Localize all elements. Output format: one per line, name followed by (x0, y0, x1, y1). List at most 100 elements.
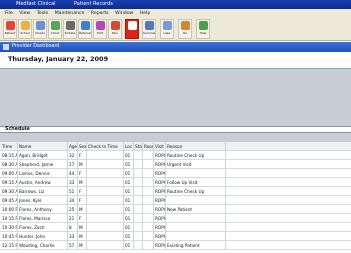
table-cell (134, 214, 143, 223)
table-cell: 33 (68, 232, 78, 241)
toolbar-button-chart[interactable]: Chart (48, 19, 62, 39)
table-cell: 01 (124, 187, 134, 196)
toolbar-button-patient[interactable]: Patient (3, 19, 17, 39)
schedule-icon (20, 21, 30, 30)
toolbar-button-labs[interactable]: Labs (160, 19, 174, 39)
toolbar-button-label: Pain (111, 31, 119, 35)
table-cell: 25 (68, 205, 78, 214)
table-row[interactable]: 08:15 AMAgan, Bridget32F 01 ROPCRoutine Ch… (0, 151, 351, 160)
alert-icon (127, 21, 137, 30)
toolbar-button-edit[interactable]: Edit (93, 19, 107, 39)
table-cell: 10:30 PM (2, 223, 18, 232)
table-cell: 09:00 AM (2, 169, 18, 178)
table-cell: 12:15 PM (2, 241, 18, 250)
table-cell: 01 (124, 178, 134, 187)
table-cell: M (78, 160, 87, 169)
table-cell: M (78, 223, 87, 232)
table-cell (87, 160, 124, 169)
table-cell: 09:15 AM (2, 178, 18, 187)
toolbar-button-dictation[interactable]: Dictate (63, 19, 77, 39)
date-heading: Thursday, January 22, 2009 (8, 55, 109, 63)
document-title-bar: Provider Dashboard (0, 42, 351, 52)
table-cell (134, 178, 143, 187)
document-icon (3, 44, 9, 50)
table-cell: Follow Up Visit (166, 178, 226, 187)
table-cell (87, 232, 124, 241)
table-row[interactable]: 09:30 AMBarrows, Liz51F 01 ROPCRoutine Che… (0, 187, 351, 196)
toolbar-button-label: Referral (79, 31, 91, 35)
table-cell: F (78, 214, 87, 223)
table-cell: ROPC (155, 178, 166, 187)
table-row[interactable]: 12:15 PMWooding, Charlie57M 01 ROPCExistin… (0, 241, 351, 250)
table-cell: 01 (124, 241, 134, 250)
table-cell (134, 223, 143, 232)
table-cell: 09:45 AM (2, 196, 18, 205)
table-cell: ROPC (155, 232, 166, 241)
table-cell: 44 (68, 169, 78, 178)
toolbar-button-summary[interactable]: Summary (142, 19, 156, 39)
table-cell: Existing Patient (166, 241, 226, 250)
table-cell: Flores, Zach (18, 223, 68, 232)
table-row[interactable]: 10:00 PMFlores, Anthony25M 01 ROPCNew Pati… (0, 205, 351, 214)
table-cell: 51 (68, 187, 78, 196)
toolbar-button-schedule[interactable]: Sched (18, 19, 32, 39)
toolbar-button-label: Chart (50, 31, 60, 35)
table-row[interactable]: 10:45 PMHunter, John33M 01 ROPC (0, 232, 351, 241)
toolbar-button-meds[interactable]: Rx (178, 19, 192, 39)
toolbar-button-referral[interactable]: Referral (78, 19, 92, 39)
column-header: Name (18, 142, 68, 151)
table-cell (87, 223, 124, 232)
toolbar-button-label: Patient (4, 31, 16, 35)
table-cell (143, 151, 154, 160)
column-header: Loc (125, 142, 134, 151)
table-cell: 01 (124, 214, 134, 223)
table-row[interactable]: 08:30 AMShepherd, Jamie27M 01 ROPCUrgent V… (0, 160, 351, 169)
table-cell (143, 232, 154, 241)
table-cell: 21 (68, 214, 78, 223)
table-cell (87, 151, 124, 160)
table-cell: 01 (124, 151, 134, 160)
toolbar-button-alert[interactable] (125, 19, 139, 39)
table-row[interactable]: 10:30 PMFlores, Zach8M 01 ROPC (0, 223, 351, 232)
toolbar-button-charts[interactable]: Charts (33, 19, 47, 39)
table-row[interactable]: 10:15 PMFlores, Marissa21F 01 ROPC (0, 214, 351, 223)
table-cell (134, 187, 143, 196)
column-header: Sex (79, 142, 87, 151)
table-cell: Wooding, Charlie (18, 241, 68, 250)
table-cell: 32 (68, 151, 78, 160)
table-cell (87, 196, 124, 205)
summary-icon (144, 21, 154, 30)
table-cell: Agan, Bridget (18, 151, 68, 160)
table-cell: ROPC (155, 205, 166, 214)
table-cell: 33 (68, 178, 78, 187)
table-row[interactable]: 09:45 AMJones, Kyle34F 01 ROPC (0, 196, 351, 205)
table-row[interactable]: 09:15 AMAustin, Andrew33M 01 ROPCFollow Up… (0, 178, 351, 187)
table-cell: F (78, 187, 87, 196)
charts-icon (35, 21, 45, 30)
table-cell: ROPC (155, 169, 166, 178)
table-cell: 57 (68, 241, 78, 250)
table-cell: ROPC (155, 187, 166, 196)
table-header-row: TimeNameAgeSexCheck In TimeLocStatRoomVi… (0, 142, 351, 151)
table-cell (166, 214, 226, 223)
toolbar-button-help[interactable]: Help (196, 19, 210, 39)
table-cell (134, 205, 143, 214)
table-cell: 10:00 PM (2, 205, 18, 214)
toolbar-button-pain[interactable]: Pain (108, 19, 122, 39)
table-cell: Jones, Kyle (18, 196, 68, 205)
column-header: Room (143, 142, 154, 151)
table-row[interactable]: 09:00 AMLamos, Dennis44F 01 ROPC (0, 169, 351, 178)
chart-icon (50, 21, 60, 30)
table-cell: ROPC (155, 214, 166, 223)
table-cell: F (78, 196, 87, 205)
edit-icon (95, 21, 105, 30)
table-cell: 08:30 AM (2, 160, 18, 169)
table-cell: M (78, 232, 87, 241)
table-cell: ROPC (155, 160, 166, 169)
table-cell: M (78, 178, 87, 187)
toolbar-button-label: Help (199, 31, 207, 35)
title-bar: Medfast Clinical Patient Records (0, 0, 351, 9)
meds-icon (180, 21, 190, 30)
table-cell (87, 178, 124, 187)
column-header: Check In Time (87, 142, 124, 151)
